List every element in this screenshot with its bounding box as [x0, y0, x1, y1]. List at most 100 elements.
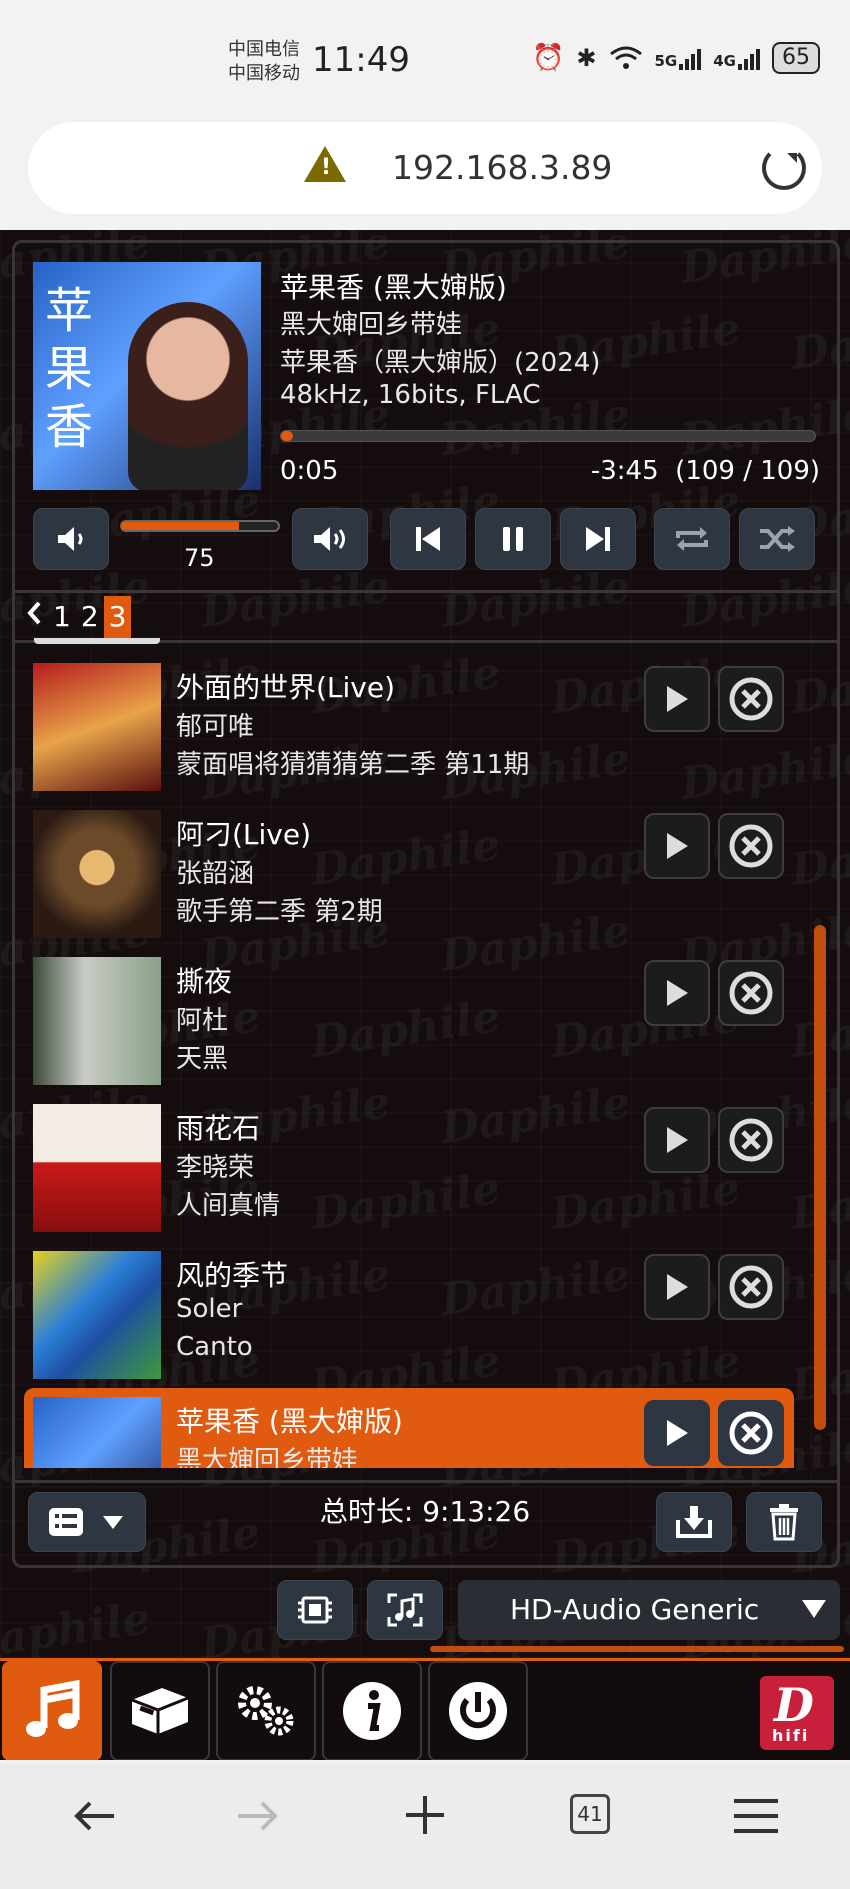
save-playlist-button[interactable]: [656, 1492, 732, 1552]
track-artist: 黑大婶回乡带娃: [176, 1446, 359, 1468]
volume-down-button[interactable]: [33, 508, 109, 570]
now-playing-format: 48kHz, 16bits, FLAC: [280, 380, 541, 410]
repeat-button[interactable]: [654, 508, 730, 570]
audio-settings-button[interactable]: [367, 1580, 443, 1640]
now-playing-artist: 黑大婶回乡带娃: [280, 310, 463, 340]
track-title: 雨花石: [176, 1112, 261, 1145]
chevron-down-icon: [802, 1600, 826, 1618]
warning-icon[interactable]: !: [304, 146, 346, 182]
output-device-select[interactable]: HD-Audio Generic: [458, 1580, 840, 1640]
url-text[interactable]: 192.168.3.89: [392, 148, 612, 187]
remove-track-button[interactable]: [718, 1254, 784, 1320]
track-album: 天黑: [176, 1044, 229, 1074]
tab-settings[interactable]: [216, 1661, 316, 1760]
track-album: 人间真情: [176, 1191, 281, 1221]
status-icons: ⏰ ✱ 5G 4G 65: [532, 42, 820, 74]
elapsed-time: 0:05: [280, 456, 339, 486]
divider: [12, 1480, 840, 1483]
playlist-row[interactable]: 撕夜 阿杜 天黑: [24, 948, 794, 1085]
music-file-icon: [387, 1593, 423, 1627]
browser-toolbar: 41: [0, 1764, 850, 1889]
forward-arrow-icon[interactable]: [236, 1800, 278, 1832]
album-thumb: [33, 957, 161, 1085]
now-playing-title: 苹果香 (黑大婶版): [280, 271, 507, 304]
previous-track-button[interactable]: [390, 508, 466, 570]
playlist-row-current[interactable]: 苹果香 (黑大婶版) 黑大婶回乡带娃: [24, 1388, 794, 1468]
play-track-button[interactable]: [644, 1254, 710, 1320]
back-arrow-icon[interactable]: [74, 1800, 116, 1832]
page-2[interactable]: 2: [76, 596, 104, 638]
reload-icon[interactable]: [762, 146, 806, 190]
tab-playback[interactable]: [2, 1661, 102, 1760]
play-icon: [667, 1420, 688, 1446]
trash-icon: [770, 1504, 798, 1541]
playlist-row[interactable]: 雨花石 李晓荣 人间真情: [24, 1095, 794, 1232]
playlist-row[interactable]: 风的季节 Soler Canto: [24, 1242, 794, 1379]
previous-icon: [416, 527, 440, 551]
play-icon: [667, 1127, 688, 1153]
remove-track-button[interactable]: [718, 960, 784, 1026]
volume-slider[interactable]: [120, 520, 280, 532]
track-title: 外面的世界(Live): [176, 671, 396, 704]
dsp-button[interactable]: [277, 1580, 353, 1640]
signal-5g-icon: 5G: [655, 46, 702, 70]
alarm-icon: ⏰: [532, 43, 565, 73]
info-icon: [343, 1682, 401, 1740]
pause-button[interactable]: [475, 508, 551, 570]
playlist-scrollbar[interactable]: [814, 925, 826, 1430]
track-artist: 李晓荣: [176, 1153, 255, 1183]
track-album: 蒙面唱将猜猜猜第二季 第11期: [176, 750, 530, 780]
track-title: 撕夜: [176, 965, 233, 998]
remove-track-button[interactable]: [718, 1400, 784, 1466]
partial-thumb: [34, 638, 160, 644]
chevron-left-icon[interactable]: [20, 596, 48, 638]
track-album: Canto: [176, 1332, 253, 1362]
tab-power[interactable]: [428, 1661, 528, 1760]
seek-bar[interactable]: [280, 430, 816, 442]
main-nav: [0, 1658, 850, 1760]
playlist-row[interactable]: 阿刁(Live) 张韶涵 歌手第二季 第2期: [24, 801, 794, 938]
play-track-button[interactable]: [644, 1107, 710, 1173]
volume-down-icon: [58, 527, 83, 551]
chip-icon: [298, 1596, 332, 1624]
remove-track-button[interactable]: [718, 666, 784, 732]
gears-icon: [238, 1686, 294, 1736]
clock: 11:49: [312, 40, 410, 80]
remove-track-button[interactable]: [718, 1107, 784, 1173]
tab-library[interactable]: [110, 1661, 210, 1760]
new-tab-plus-icon[interactable]: [404, 1794, 446, 1836]
track-album: 歌手第二季 第2期: [176, 897, 383, 927]
output-select-underline: [430, 1646, 844, 1652]
shuffle-button[interactable]: [739, 508, 815, 570]
play-icon: [667, 980, 688, 1006]
address-bar[interactable]: ! 192.168.3.89: [28, 122, 822, 214]
box-icon: [131, 1688, 189, 1734]
volume-up-button[interactable]: [292, 508, 368, 570]
repeat-icon: [676, 527, 708, 551]
album-thumb: [33, 1104, 161, 1232]
carrier-2: 中国移动: [228, 63, 300, 84]
album-thumb: [33, 1251, 161, 1379]
play-track-button[interactable]: [644, 960, 710, 1026]
close-circle-icon: [729, 1411, 773, 1455]
next-track-button[interactable]: [560, 508, 636, 570]
bluetooth-icon: ✱: [576, 44, 597, 72]
album-thumb: [33, 810, 161, 938]
play-track-button[interactable]: [644, 813, 710, 879]
playlist-row[interactable]: 外面的世界(Live) 郁可唯 蒙面唱将猜猜猜第二季 第11期: [24, 654, 794, 791]
page-1[interactable]: 1: [48, 596, 76, 638]
play-track-button[interactable]: [644, 666, 710, 732]
menu-icon[interactable]: [732, 1798, 780, 1834]
carrier-1: 中国电信: [228, 39, 300, 60]
play-track-button[interactable]: [644, 1400, 710, 1466]
tab-info[interactable]: [322, 1661, 422, 1760]
close-circle-icon: [729, 824, 773, 868]
seek-bar-fill: [281, 431, 293, 441]
volume-value: 75: [184, 544, 215, 572]
next-icon: [586, 527, 610, 551]
play-icon: [667, 686, 688, 712]
page-3-active[interactable]: 3: [103, 596, 132, 638]
tab-switcher-button[interactable]: 41: [570, 1794, 610, 1834]
remove-track-button[interactable]: [718, 813, 784, 879]
clear-playlist-button[interactable]: [746, 1492, 822, 1552]
